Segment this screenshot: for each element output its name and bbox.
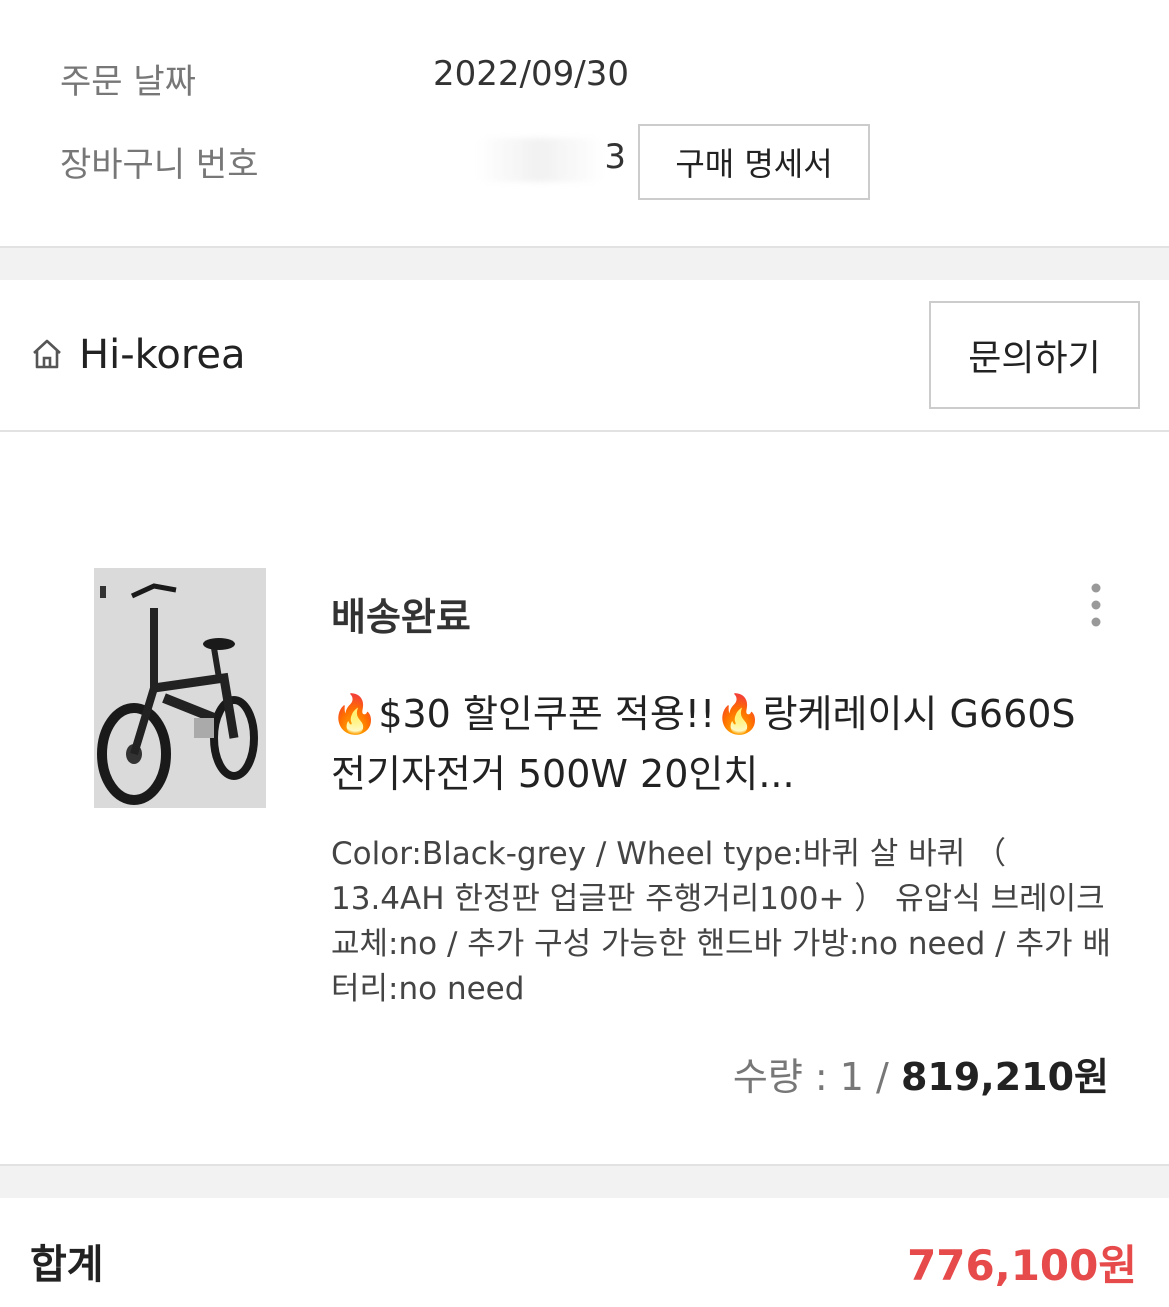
cart-number-label: 장바구니 번호 (60, 145, 259, 185)
quantity-label: 수량 : 1 / (732, 1055, 901, 1099)
order-item-card: 배송완료 🔥$30 할인쿠폰 적용!!🔥랑케레이시 G660S 전기자전거 50… (0, 432, 1169, 1164)
total-row: 합계 776,100원 (0, 1198, 1169, 1307)
bicycle-image (94, 568, 266, 808)
total-value: 776,100원 (907, 1241, 1137, 1290)
store-name[interactable]: Hi-korea (79, 332, 246, 378)
item-price: 819,210원 (900, 1055, 1109, 1099)
cart-number-value: 3 (604, 137, 626, 177)
fire-icon: 🔥 (331, 692, 379, 736)
order-date-label: 주문 날짜 (60, 62, 196, 102)
more-vertical-icon[interactable] (1083, 580, 1109, 630)
quantity-price: 수량 : 1 / 819,210원 (733, 1046, 1109, 1101)
total-label: 합계 (30, 1242, 104, 1288)
fire-icon: 🔥 (715, 692, 763, 736)
store-row: Hi-korea 문의하기 (0, 280, 1169, 432)
section-divider (0, 1164, 1169, 1198)
purchase-receipt-button[interactable]: 구매 명세서 (638, 124, 870, 200)
delivery-status: 배송완료 (331, 595, 471, 639)
order-date-value: 2022/09/30 (433, 54, 629, 94)
product-title[interactable]: 🔥$30 할인쿠폰 적용!!🔥랑케레이시 G660S 전기자전거 500W 20… (331, 684, 1111, 804)
home-icon (33, 339, 61, 369)
product-title-part1: $30 할인쿠폰 적용!! (378, 692, 716, 736)
product-options: Color:Black-grey / Wheel type:바퀴 살 바퀴 （ … (331, 836, 1111, 1007)
inquiry-button[interactable]: 문의하기 (929, 301, 1140, 409)
order-meta-section: 주문 날짜 2022/09/30 장바구니 번호 3 구매 명세서 (0, 0, 1169, 248)
product-thumbnail[interactable] (94, 568, 266, 808)
section-divider (0, 246, 1169, 280)
